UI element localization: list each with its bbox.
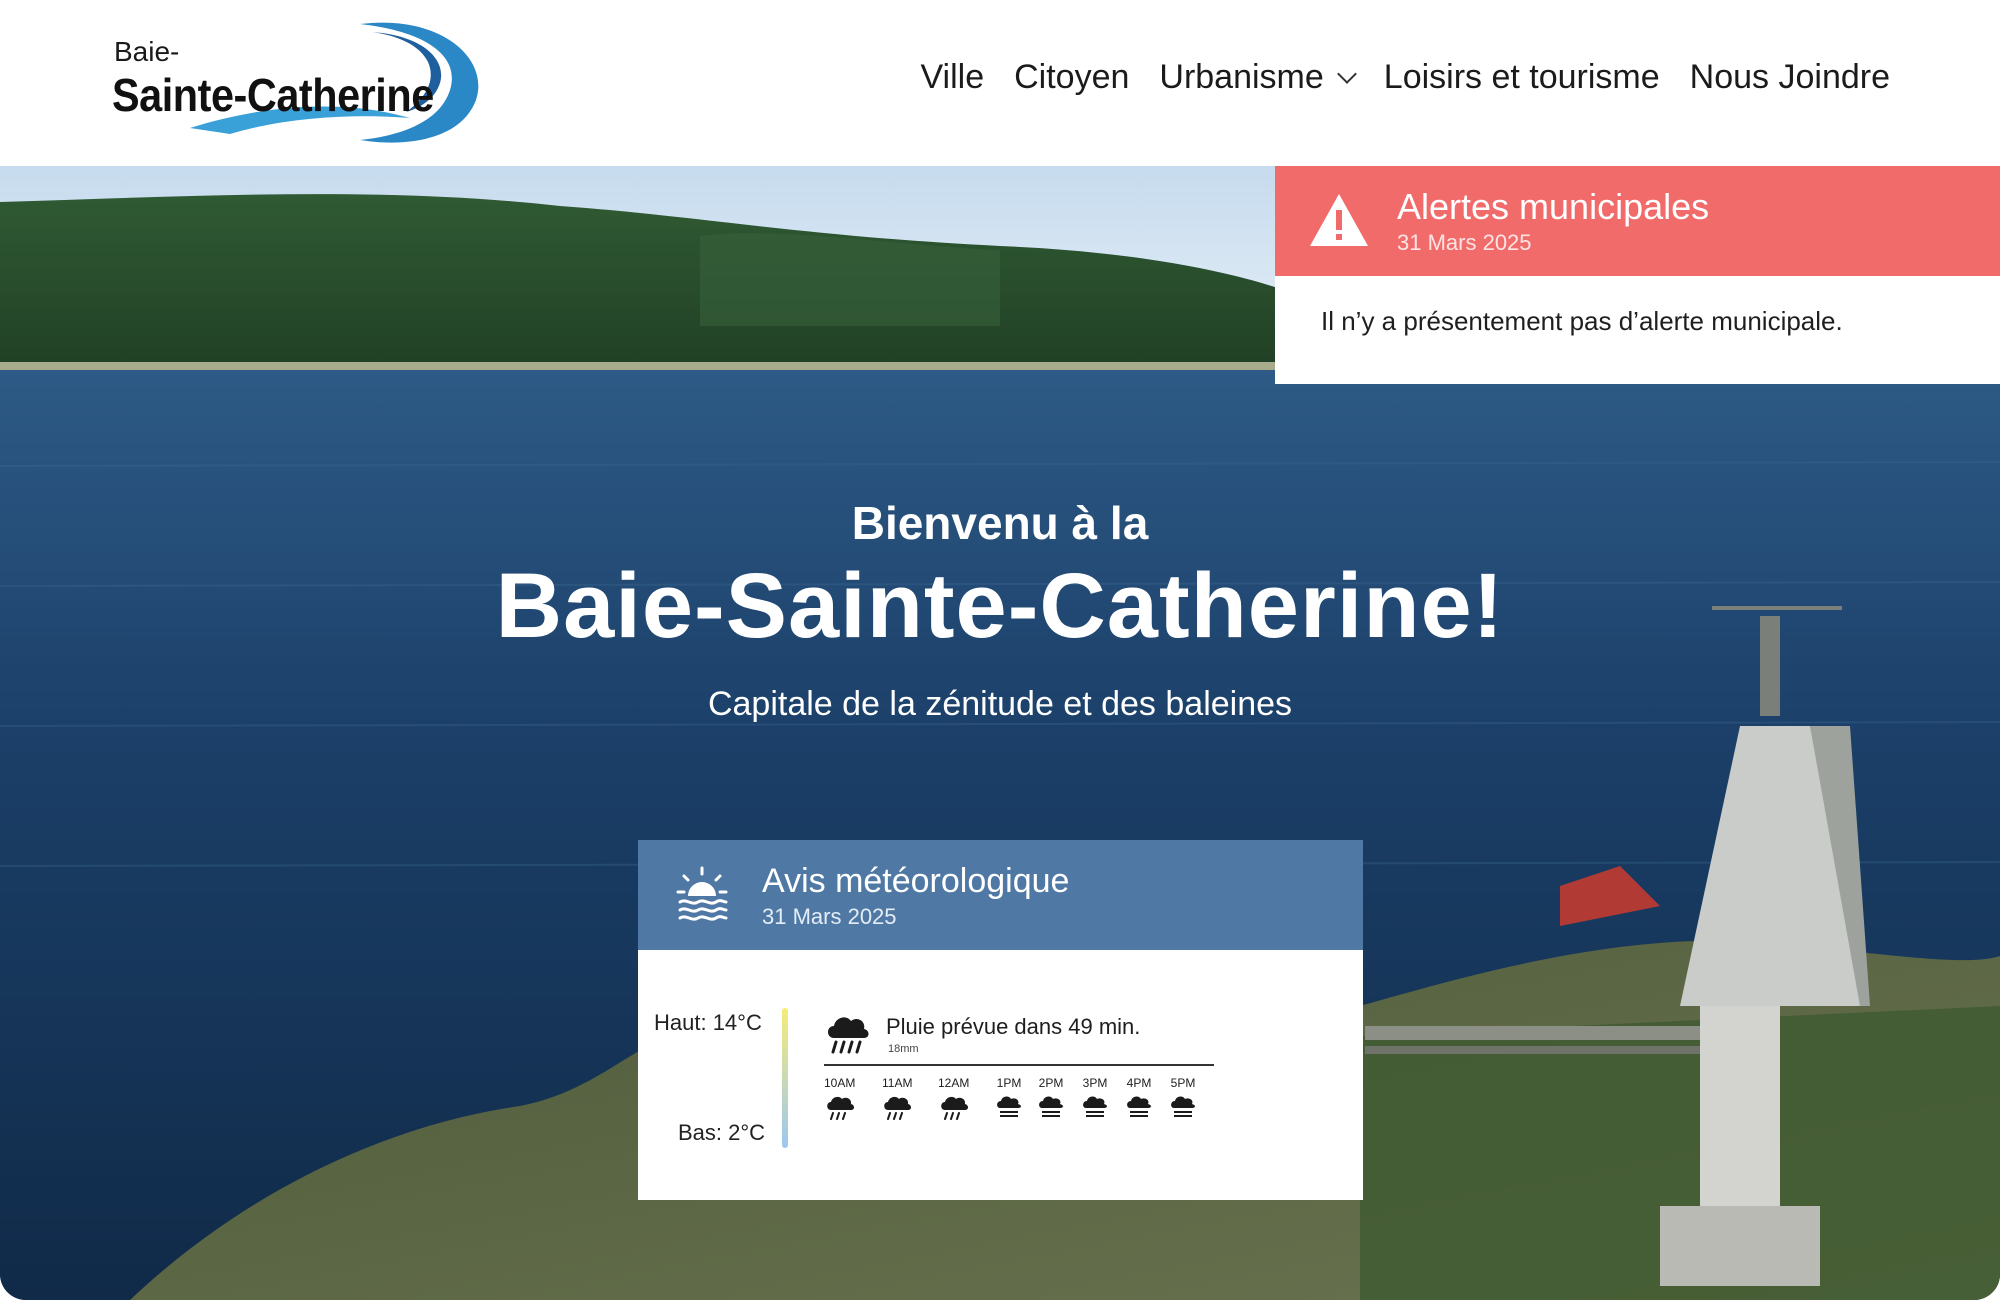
site-logo[interactable]: Baie- Sainte-Catherine (110, 18, 500, 148)
nav-label: Urbanisme (1159, 58, 1324, 96)
sun-over-water-icon (676, 866, 728, 921)
hour-item: 12AM (938, 1076, 969, 1125)
hourly-forecast: 10AM 11AM 12AM 1PM 2PM 3PM 4PM 5PM (824, 1076, 1214, 1146)
alert-title: Alertes municipales (1397, 186, 1710, 227)
weather-card[interactable]: Avis météorologique 31 Mars 2025 Haut: 1… (638, 840, 1363, 1200)
temperature-low: Bas: 2°C (678, 1120, 766, 1145)
alert-header: Alertes municipales 31 Mars 2025 (1275, 166, 2000, 276)
hero-title: Baie-Sainte-Catherine! (495, 555, 1505, 657)
main-nav: Ville Citoyen Urbanisme Loisirs et touri… (920, 58, 1890, 97)
hourly-divider (824, 1064, 1214, 1066)
rain-amount: 18mm (888, 1043, 919, 1055)
rain-forecast-text: Pluie prévue dans 49 min. (886, 1014, 1141, 1039)
hour-label: 5PM (1170, 1076, 1196, 1090)
hour-item: 11AM (882, 1076, 912, 1125)
alert-date: 31 Mars 2025 (1397, 230, 1532, 255)
hero-text: Bienvenu à la Baie-Sainte-Catherine! Cap… (0, 496, 2000, 724)
hour-label: 4PM (1126, 1076, 1152, 1090)
hour-label: 10AM (824, 1076, 856, 1090)
temperature-range-bar (782, 1008, 788, 1148)
light-rain-icon (1083, 1096, 1107, 1117)
nav-label: Nous Joindre (1689, 58, 1890, 96)
hour-item: 1PM (996, 1076, 1022, 1125)
hour-label: 2PM (1038, 1076, 1064, 1090)
hour-item: 4PM (1126, 1076, 1152, 1125)
hour-label: 12AM (938, 1076, 970, 1090)
temperature-high: Haut: 14°C (654, 1010, 762, 1035)
heavy-rain-icon (940, 1096, 968, 1120)
chevron-down-icon (1336, 63, 1357, 84)
heavy-rain-icon (828, 1017, 869, 1054)
alert-message: Il n’y a présentement pas d’alerte munic… (1321, 306, 1843, 336)
light-rain-icon (1171, 1096, 1195, 1117)
hero-pre-title: Bienvenu à la (851, 497, 1149, 549)
heavy-rain-icon (884, 1096, 912, 1120)
hour-item: 2PM (1038, 1076, 1064, 1125)
weather-date: 31 Mars 2025 (762, 904, 897, 929)
hour-item: 10AM (824, 1076, 855, 1125)
nav-item-loisirs[interactable]: Loisirs et tourisme (1384, 58, 1660, 97)
nav-label: Ville (920, 58, 985, 96)
heavy-rain-icon (826, 1096, 854, 1120)
logo-main-text: Sainte-Catherine (112, 69, 434, 121)
weather-title: Avis météorologique (762, 862, 1070, 900)
hero-subtitle: Capitale de la zénitude et des baleines (707, 685, 1293, 723)
page-frame: Baie- Sainte-Catherine Ville Citoyen Urb… (0, 0, 2000, 1300)
site-header: Baie- Sainte-Catherine Ville Citoyen Urb… (0, 0, 2000, 166)
hour-label: 3PM (1082, 1076, 1108, 1090)
nav-label: Loisirs et tourisme (1383, 58, 1660, 96)
hour-item: 3PM (1082, 1076, 1108, 1125)
hour-item: 5PM (1170, 1076, 1196, 1125)
warning-icon (1310, 194, 1368, 246)
light-rain-icon (997, 1096, 1021, 1117)
nav-label: Citoyen (1014, 58, 1130, 96)
nav-item-nous-joindre[interactable]: Nous Joindre (1690, 58, 1890, 97)
hour-label: 1PM (996, 1076, 1022, 1090)
weather-body: Haut: 14°C Bas: 2°C Pluie prévue dans 49… (638, 950, 1363, 1200)
weather-header: Avis météorologique 31 Mars 2025 (638, 840, 1363, 950)
hour-label: 11AM (882, 1076, 913, 1090)
alert-card[interactable]: Alertes municipales 31 Mars 2025 Il n’y … (1275, 166, 2000, 384)
nav-item-urbanisme[interactable]: Urbanisme (1159, 58, 1357, 97)
nav-item-ville[interactable]: Ville (920, 58, 984, 97)
nav-item-citoyen[interactable]: Citoyen (1014, 58, 1129, 97)
light-rain-icon (1127, 1096, 1151, 1117)
light-rain-icon (1039, 1096, 1063, 1117)
logo-top-text: Baie- (114, 36, 180, 67)
